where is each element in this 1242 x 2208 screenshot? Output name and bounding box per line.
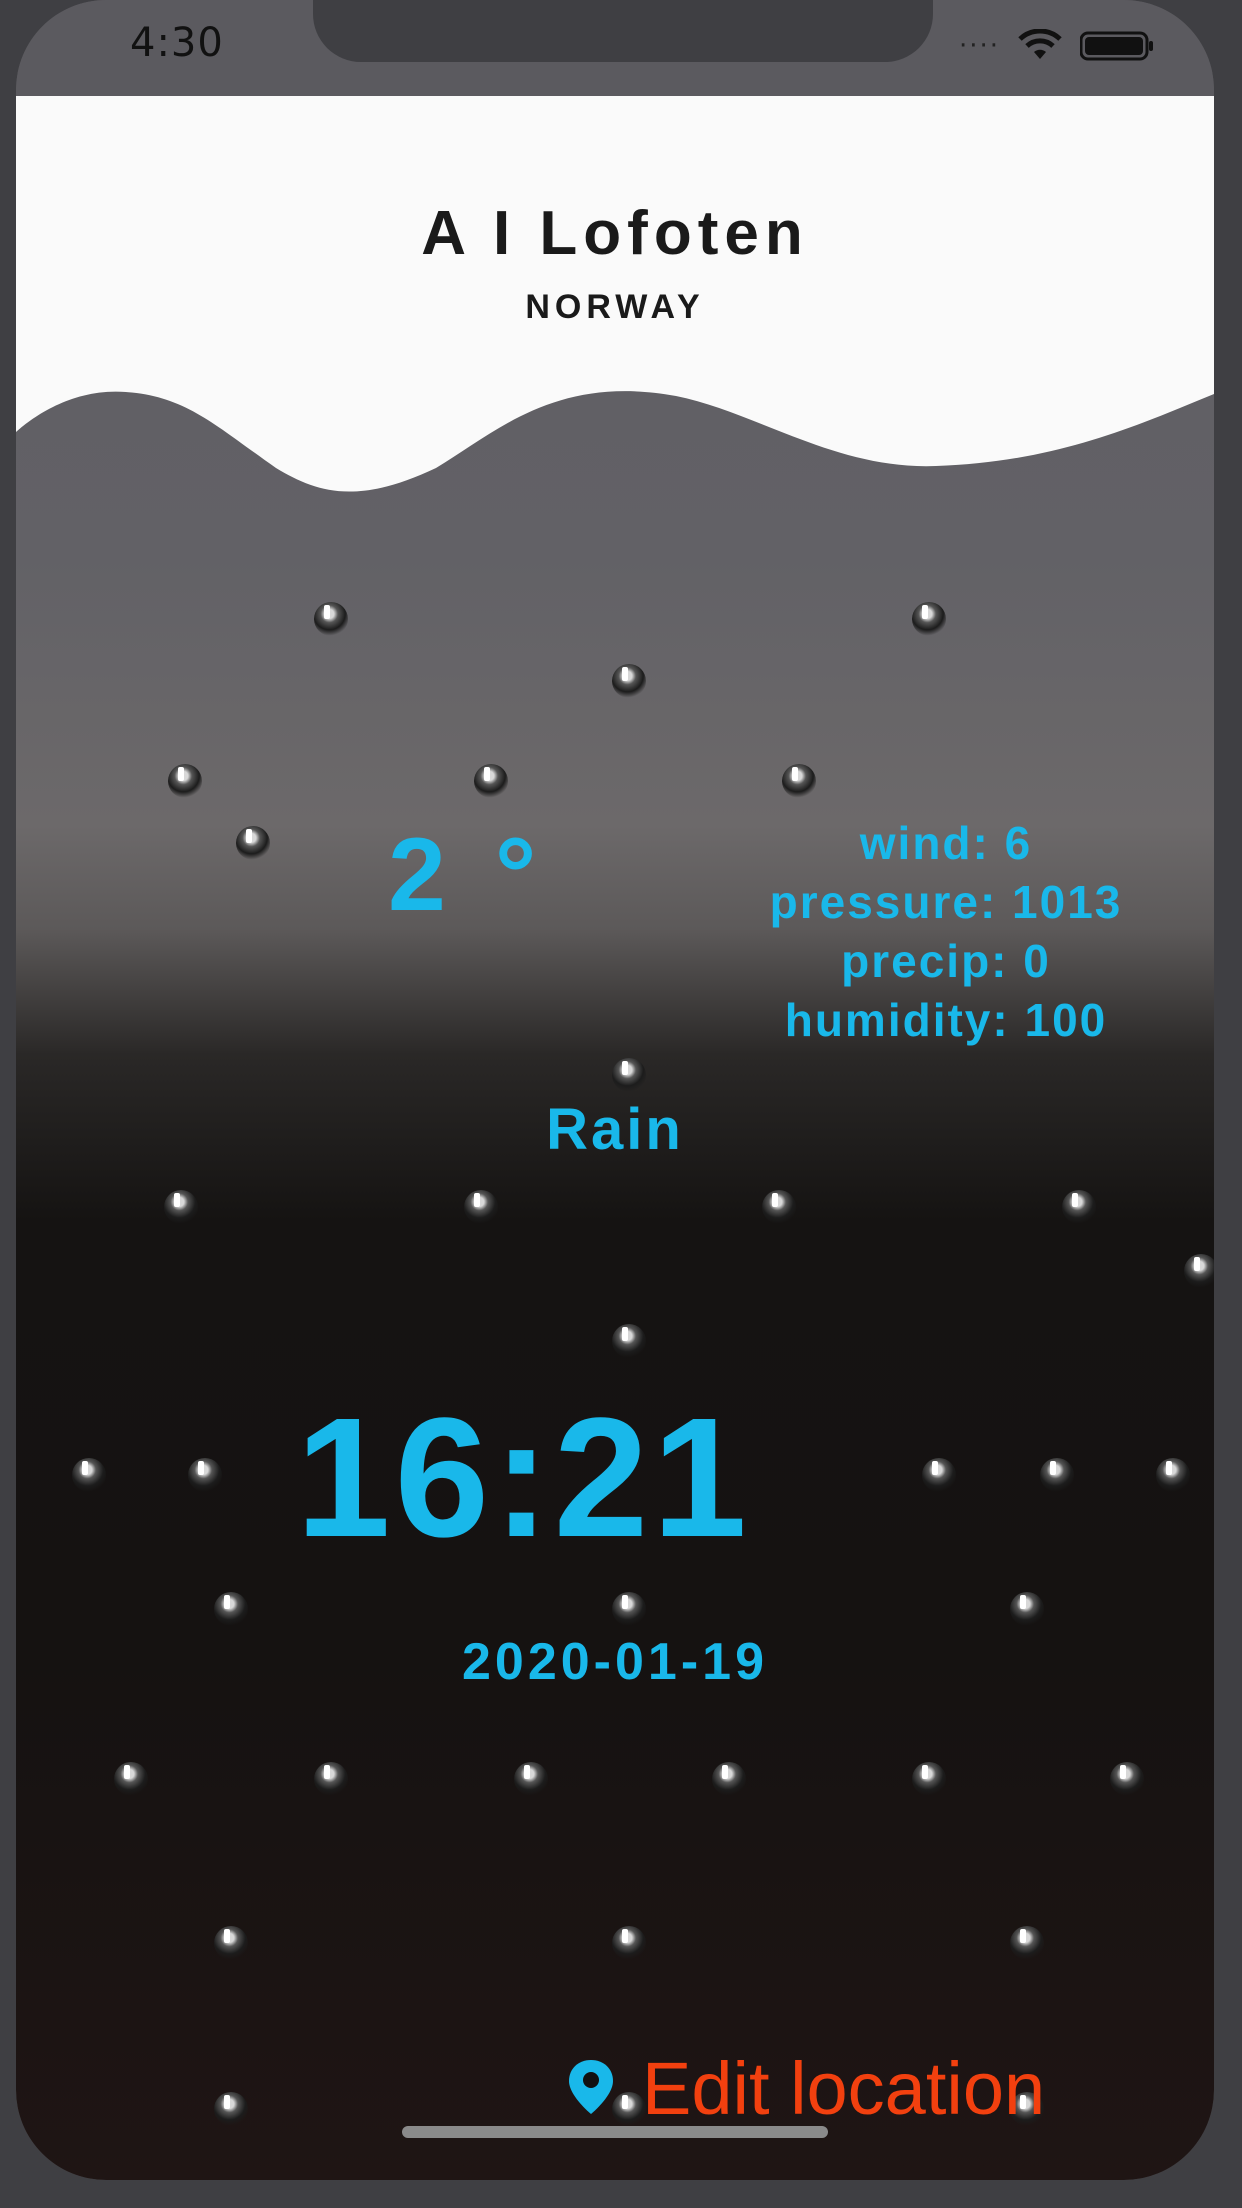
temperature: 2 ° — [388, 817, 547, 933]
raindrop-icon — [464, 1190, 498, 1224]
signal-icon: ···· — [958, 31, 1000, 61]
pressure-stat: pressure: 1013 — [769, 876, 1123, 928]
humidity-stat: humidity: 100 — [784, 994, 1108, 1046]
raindrop-icon — [188, 1458, 222, 1492]
raindrop-icon — [912, 1762, 946, 1796]
raindrop-icon — [214, 1592, 248, 1626]
clock-date: 2020-01-19 — [462, 1633, 768, 1691]
status-time: 4:30 — [130, 20, 224, 66]
raindrop-icon — [1062, 1190, 1096, 1224]
notch — [313, 0, 933, 62]
raindrop-icon — [1184, 1254, 1214, 1288]
location-pin-icon — [566, 2058, 616, 2120]
raindrop-icon — [922, 1458, 956, 1492]
raindrop-icon — [168, 764, 202, 798]
raindrop-icon — [612, 664, 646, 698]
raindrop-icon — [912, 602, 946, 636]
location-country: NORWAY — [525, 288, 705, 326]
home-indicator[interactable] — [402, 2126, 828, 2138]
raindrop-icon — [782, 764, 816, 798]
wifi-icon — [1018, 29, 1062, 63]
raindrop-icon — [236, 826, 270, 860]
raindrop-icon — [762, 1190, 796, 1224]
raindrop-icon — [1010, 1592, 1044, 1626]
raindrop-icon — [1040, 1458, 1074, 1492]
weather-view: A I Lofoten NORWAY 2 ° wind: 6 pressure:… — [16, 96, 1214, 2180]
raindrop-icon — [612, 1592, 646, 1626]
weather-stats: wind: 6 pressure: 1013 precip: 0 humidit… — [696, 814, 1196, 1050]
status-bar: 4:30 ···· — [16, 0, 1214, 96]
raindrop-icon — [612, 1926, 646, 1960]
weather-condition: Rain — [546, 1097, 684, 1162]
raindrop-icon — [474, 764, 508, 798]
raindrop-icon — [314, 602, 348, 636]
phone-screen: 4:30 ···· A I Lofoten NORWAY 2 ° wind: 6… — [16, 0, 1214, 2180]
raindrop-icon — [314, 1762, 348, 1796]
raindrop-icon — [712, 1762, 746, 1796]
wind-stat: wind: 6 — [859, 817, 1033, 869]
battery-icon — [1080, 31, 1154, 61]
raindrop-icon — [1010, 1926, 1044, 1960]
raindrop-icon — [1156, 1458, 1190, 1492]
edit-location-button[interactable]: Edit location — [566, 2046, 1045, 2131]
location-city: A I Lofoten — [421, 199, 809, 268]
raindrop-icon — [612, 1058, 646, 1092]
status-icons: ···· — [959, 26, 1154, 66]
precip-stat: precip: 0 — [841, 935, 1051, 987]
raindrop-icon — [1110, 1762, 1144, 1796]
raindrop-icon — [214, 1926, 248, 1960]
raindrop-icon — [514, 1762, 548, 1796]
raindrop-icon — [114, 1762, 148, 1796]
raindrop-icon — [164, 1190, 198, 1224]
edit-location-label: Edit location — [642, 2047, 1046, 2130]
raindrop-icon — [612, 1324, 646, 1358]
raindrop-icon — [214, 2092, 248, 2126]
raindrop-icon — [72, 1458, 106, 1492]
clock-time: 16:21 — [296, 1383, 751, 1573]
